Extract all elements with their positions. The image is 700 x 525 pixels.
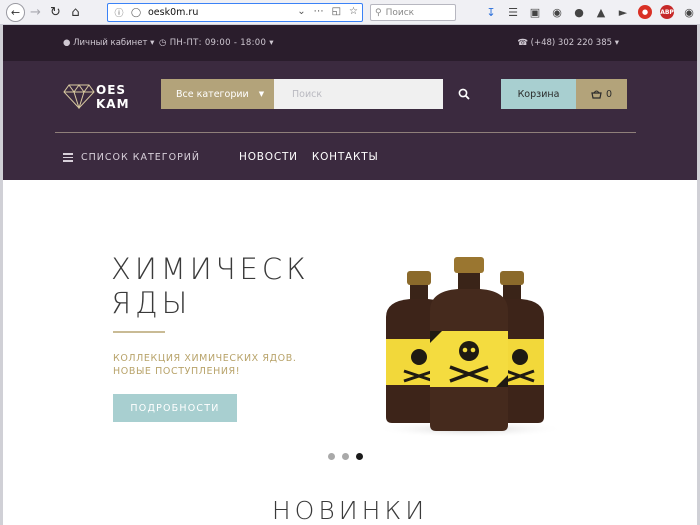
- home-icon[interactable]: ⌂: [66, 3, 85, 22]
- categories-dropdown[interactable]: Все категории ▼: [161, 79, 274, 109]
- info-icon[interactable]: ⓘ: [113, 7, 125, 19]
- cart-button[interactable]: Корзина: [501, 79, 576, 109]
- back-icon[interactable]: ←: [6, 3, 25, 22]
- clock-icon: ◷: [159, 38, 167, 48]
- poison-bottles-image: [375, 257, 565, 438]
- search-icon: ⚲: [375, 7, 382, 18]
- download-icon[interactable]: ↧: [484, 5, 498, 19]
- adblock-icon[interactable]: ABP: [660, 5, 674, 19]
- browser-search-input[interactable]: ⚲ Поиск: [370, 4, 456, 21]
- account-label: Личный кабинет: [73, 38, 148, 48]
- search-input[interactable]: Поиск: [274, 79, 443, 109]
- hamburger-icon: [63, 153, 73, 162]
- cart-label: Корзина: [517, 88, 560, 100]
- diamond-icon: [63, 84, 95, 110]
- site-header: OES KAM Все категории ▼ Поиск Корзина 0 …: [3, 61, 697, 180]
- hero-title: ХИМИЧЕСКИЕ ЯДЫ: [111, 252, 311, 320]
- top-info-bar: ● Личный кабинет ▾ ◷ ПН-ПТ: 09:00 - 18:0…: [3, 25, 697, 61]
- menu-item-contacts[interactable]: КОНТАКТЫ: [312, 151, 379, 163]
- browser-search-placeholder: Поиск: [385, 7, 415, 18]
- shield-icon[interactable]: ◯: [130, 7, 142, 19]
- hero-rule: [113, 331, 165, 333]
- library-icon[interactable]: ☰: [506, 5, 520, 19]
- search-placeholder: Поиск: [292, 88, 323, 100]
- url-dropdown-icon[interactable]: ⌄: [297, 6, 305, 17]
- basket-icon: [591, 90, 602, 99]
- reload-icon[interactable]: ↻: [46, 3, 65, 22]
- slider-dot-1[interactable]: [328, 453, 335, 460]
- url-bar[interactable]: ⓘ ◯ oesk0m.ru ⌄ ⋯ ◱ ☆: [107, 3, 363, 22]
- details-button[interactable]: ПОДРОБНОСТИ: [113, 394, 237, 422]
- category-list-label: СПИСОК КАТЕГОРИЙ: [81, 152, 201, 163]
- phone-label: (+48) 302 220 385: [530, 38, 613, 48]
- url-text[interactable]: oesk0m.ru: [148, 7, 198, 18]
- toolbar-icons: ↧ ☰ ▣ ◉ ● ▲ ► ● ABP ◉ ≡: [484, 5, 700, 19]
- logo-line2: KAM: [96, 97, 130, 111]
- browser-toolbar: ← → ↻ ⌂ ⓘ ◯ oesk0m.ru ⌄ ⋯ ◱ ☆ ⚲ Поиск ↧ …: [0, 0, 700, 25]
- pocket-icon[interactable]: ◱: [332, 6, 341, 17]
- phone-link[interactable]: ☎ (+48) 302 220 385 ▾: [517, 38, 619, 48]
- logo-text: OES KAM: [96, 83, 130, 111]
- category-list-toggle[interactable]: СПИСОК КАТЕГОРИЙ: [63, 152, 200, 163]
- extension5-icon[interactable]: ●: [638, 5, 652, 19]
- account-link[interactable]: ● Личный кабинет ▾: [63, 38, 154, 48]
- extension3-icon[interactable]: ▲: [594, 5, 608, 19]
- logo-line1: OES: [96, 83, 127, 97]
- categories-label: Все категории: [176, 88, 249, 100]
- hero-image: [330, 239, 603, 440]
- bookmark-star-icon[interactable]: ☆: [349, 6, 358, 17]
- phone-icon: ☎: [517, 38, 528, 48]
- cart-count: 0: [605, 88, 613, 100]
- slider-dots: [328, 453, 363, 460]
- extension6-icon[interactable]: ◉: [682, 5, 696, 19]
- chevron-down-icon: ▾: [150, 38, 155, 48]
- page-actions-icon[interactable]: ⋯: [314, 6, 324, 17]
- logo[interactable]: OES KAM: [63, 83, 133, 115]
- slider-dot-2[interactable]: [342, 453, 349, 460]
- sidebar-icon[interactable]: ▣: [528, 5, 542, 19]
- caret-down-icon: ▼: [258, 90, 265, 98]
- header-divider: [55, 132, 636, 133]
- forward-icon[interactable]: →: [26, 3, 45, 22]
- main-menu: НОВОСТИ КОНТАКТЫ: [239, 151, 379, 163]
- slider-dot-3[interactable]: [356, 453, 363, 460]
- cart-count-button[interactable]: 0: [576, 79, 627, 109]
- chevron-down-icon: ▾: [269, 38, 274, 48]
- extension-icon[interactable]: ◉: [550, 5, 564, 19]
- working-hours[interactable]: ◷ ПН-ПТ: 09:00 - 18:00 ▾: [159, 38, 274, 48]
- extension2-icon[interactable]: ●: [572, 5, 586, 19]
- section-title: НОВИНКИ: [271, 496, 429, 525]
- hours-label: ПН-ПТ: 09:00 - 18:00: [169, 38, 267, 48]
- extension4-icon[interactable]: ►: [616, 5, 630, 19]
- hero-subtitle: КОЛЛЕКЦИЯ ХИМИЧЕСКИХ ЯДОВ. НОВЫЕ ПОСТУПЛ…: [113, 353, 297, 377]
- user-icon: ●: [63, 38, 71, 48]
- search-icon: [458, 88, 470, 100]
- chevron-down-icon: ▾: [614, 38, 619, 48]
- menu-item-news[interactable]: НОВОСТИ: [239, 151, 298, 163]
- search-button[interactable]: [453, 79, 475, 109]
